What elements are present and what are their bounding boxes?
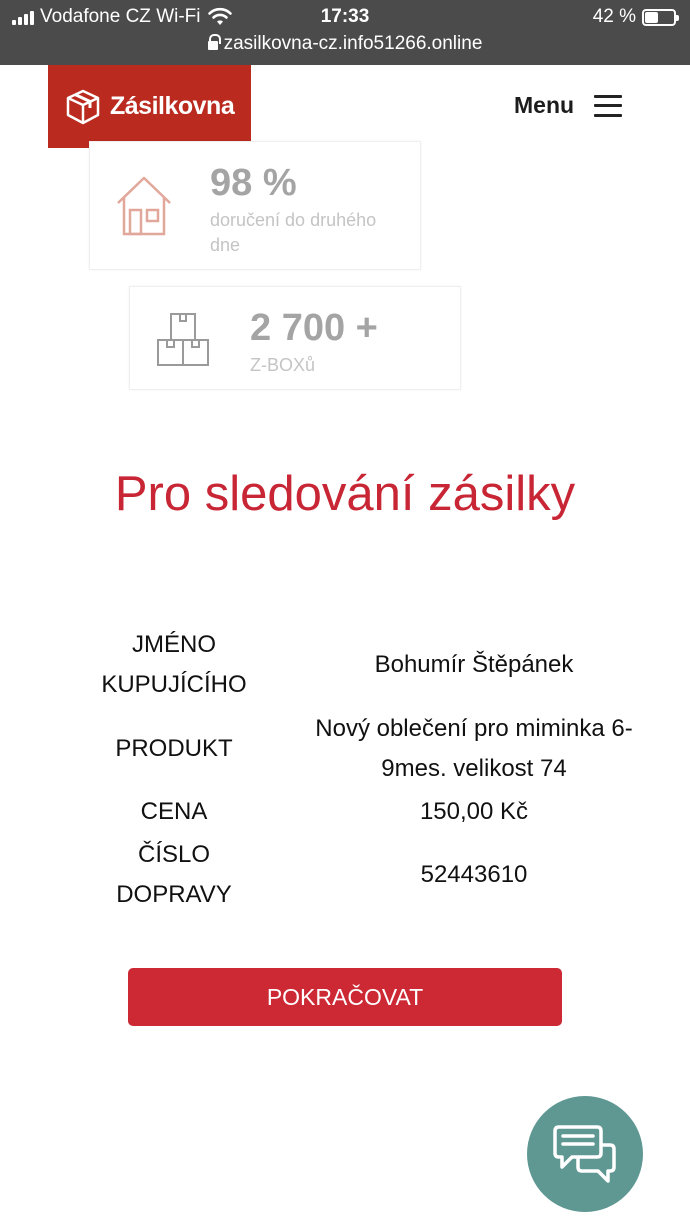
- stat-number: 2 700 +: [250, 307, 378, 349]
- stat-description: Z-BOXů: [250, 355, 316, 375]
- product-value: Nový oblečení pro miminka 6-9mes. veliko…: [315, 715, 633, 782]
- address-bar[interactable]: zasilkovna-cz.info51266.online: [0, 33, 690, 55]
- package-logo-icon: [66, 89, 100, 124]
- boxes-icon: [157, 313, 209, 366]
- info-row-shipping: ČÍSLO DOPRAVY 52443610: [60, 835, 660, 915]
- battery-icon: [642, 8, 679, 26]
- continue-button[interactable]: POKRAČOVAT: [128, 968, 562, 1026]
- stat-description: doručení do druhého dne: [210, 210, 377, 255]
- price-value: 150,00 Kč: [419, 798, 529, 825]
- stat-card-zbox: 2 700 + Z-BOXů: [129, 286, 461, 390]
- battery-percent: 42 %: [592, 6, 636, 27]
- menu-label: Menu: [514, 92, 575, 118]
- chat-button[interactable]: [527, 1096, 643, 1212]
- buyer-label-text: JMÉNO KUPUJÍCÍHO: [101, 631, 247, 698]
- clock: 17:33: [320, 6, 370, 27]
- stat-card-delivery: 98 % doručení do druhého dne: [89, 141, 421, 270]
- lock-icon: [207, 34, 221, 51]
- price-label: CENA: [140, 798, 208, 825]
- status-bar: Vodafone CZ Wi-Fi 17:33 42 % zasilkovna-…: [0, 0, 690, 65]
- info-row-buyer: JMÉNO KUPUJÍCÍHO Bohumír Štěpánek: [60, 625, 660, 705]
- info-row-price: CENA 150,00 Kč: [60, 792, 660, 832]
- page-title: Pro sledování zásilky: [114, 467, 576, 521]
- logo-text: Zásilkovna: [110, 92, 235, 120]
- product-label: PRODUKT: [115, 735, 233, 762]
- stat-number: 98 %: [210, 162, 297, 204]
- buyer-label: JMÉNO KUPUJÍCÍHO: [60, 625, 288, 705]
- url-text: zasilkovna-cz.info51266.online: [223, 33, 483, 54]
- info-row-product: PRODUKT Nový oblečení pro miminka 6-9mes…: [60, 709, 660, 789]
- chat-icon: [553, 1125, 616, 1183]
- status-right: 42 %: [592, 6, 679, 28]
- menu-button[interactable]: Menu: [514, 92, 623, 119]
- house-icon: [117, 176, 171, 236]
- shipping-label: ČÍSLO DOPRAVY: [60, 835, 288, 915]
- hamburger-icon: [594, 94, 623, 117]
- shipping-value: 52443610: [420, 861, 528, 888]
- site-logo[interactable]: Zásilkovna: [48, 65, 251, 148]
- buyer-value: Bohumír Štěpánek: [374, 651, 574, 678]
- shipping-label-text: ČÍSLO DOPRAVY: [116, 841, 232, 908]
